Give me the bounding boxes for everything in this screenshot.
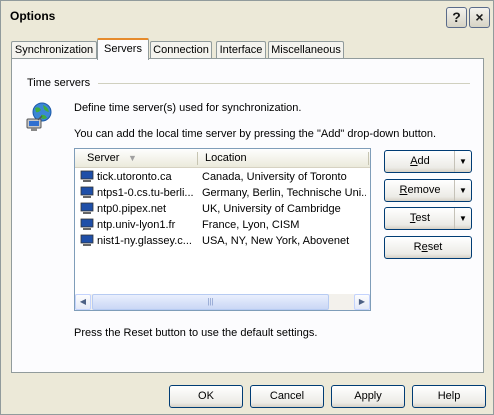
server-computer-icon <box>80 202 94 214</box>
server-computer-icon <box>80 186 94 198</box>
table-row[interactable]: nist1-ny.glassey.c... USA, NY, New York,… <box>75 233 370 249</box>
dropdown-arrow-icon[interactable]: ▼ <box>454 180 471 201</box>
cancel-button[interactable]: Cancel <box>250 385 324 408</box>
table-row[interactable]: ntps1-0.cs.tu-berli... Germany, Berlin, … <box>75 185 370 201</box>
cell-location: UK, University of Cambridge <box>202 203 341 215</box>
table-row[interactable]: tick.utoronto.ca Canada, University of T… <box>75 169 370 185</box>
server-computer-icon <box>80 218 94 230</box>
table-row[interactable]: ntp.univ-lyon1.fr France, Lyon, CISM <box>75 217 370 233</box>
test-button-label: Test <box>409 212 431 224</box>
description-add-local: You can add the local time server by pre… <box>74 128 437 140</box>
scroll-left-icon[interactable]: ◀ <box>75 294 91 310</box>
tab-synchronization[interactable]: Synchronization <box>11 41 97 59</box>
apply-button[interactable]: Apply <box>331 385 405 408</box>
reset-button[interactable]: Reset <box>384 236 472 259</box>
options-dialog: Options ? × Synchronization Servers Conn… <box>0 0 494 415</box>
cell-location: Canada, University of Toronto <box>202 171 347 183</box>
server-computer-icon <box>80 234 94 246</box>
horizontal-scrollbar[interactable]: ◀ ||| ▶ <box>75 294 370 310</box>
remove-button-label: Remove <box>399 184 441 196</box>
column-divider[interactable] <box>197 152 198 165</box>
close-icon[interactable]: × <box>469 7 490 28</box>
cell-server: nist1-ny.glassey.c... <box>97 235 192 247</box>
group-divider <box>98 83 470 84</box>
cell-server: ntps1-0.cs.tu-berli... <box>97 187 194 199</box>
tab-miscellaneous[interactable]: Miscellaneous <box>268 41 344 59</box>
globe-network-icon <box>26 102 52 131</box>
dropdown-arrow-icon[interactable]: ▼ <box>454 208 471 229</box>
description-define: Define time server(s) used for synchroni… <box>74 102 302 114</box>
cell-location: USA, NY, New York, Abovenet <box>202 235 350 247</box>
window-title: Options <box>10 9 56 23</box>
server-computer-icon <box>80 170 94 182</box>
reset-button-label: Reset <box>413 241 443 253</box>
help-question-icon[interactable]: ? <box>446 7 467 28</box>
remove-button[interactable]: Remove ▼ <box>384 179 472 202</box>
servers-panel: Time servers Define time server(s) used … <box>11 58 484 373</box>
server-list[interactable]: Server ▼ Location tick.utoronto.ca Canad… <box>74 148 371 311</box>
tab-servers[interactable]: Servers <box>97 38 149 60</box>
reset-note: Press the Reset button to use the defaul… <box>74 327 318 339</box>
ok-button[interactable]: OK <box>169 385 243 408</box>
cell-server: tick.utoronto.ca <box>97 171 172 183</box>
sort-descending-icon: ▼ <box>128 153 137 163</box>
add-button[interactable]: Add ▼ <box>384 150 472 173</box>
help-button[interactable]: Help <box>412 385 486 408</box>
cell-server: ntp0.pipex.net <box>97 203 167 215</box>
tab-interface[interactable]: Interface <box>216 41 266 59</box>
title-bar[interactable]: Options ? × <box>1 1 493 31</box>
column-header-server[interactable]: Server <box>87 149 119 167</box>
group-label-time-servers: Time servers <box>27 77 91 89</box>
list-header: Server ▼ Location <box>75 149 370 168</box>
table-row[interactable]: ntp0.pipex.net UK, University of Cambrid… <box>75 201 370 217</box>
cell-location: Germany, Berlin, Technische Uni... <box>202 187 366 199</box>
add-button-label: Add <box>410 155 430 167</box>
cell-location: France, Lyon, CISM <box>202 219 300 231</box>
dropdown-arrow-icon[interactable]: ▼ <box>454 151 471 172</box>
tab-connection[interactable]: Connection <box>150 41 212 59</box>
test-button[interactable]: Test ▼ <box>384 207 472 230</box>
scroll-right-icon[interactable]: ▶ <box>354 294 370 310</box>
column-header-location[interactable]: Location <box>205 149 247 167</box>
cell-server: ntp.univ-lyon1.fr <box>97 219 176 231</box>
column-divider[interactable] <box>368 152 369 165</box>
scrollbar-thumb[interactable]: ||| <box>92 294 329 310</box>
